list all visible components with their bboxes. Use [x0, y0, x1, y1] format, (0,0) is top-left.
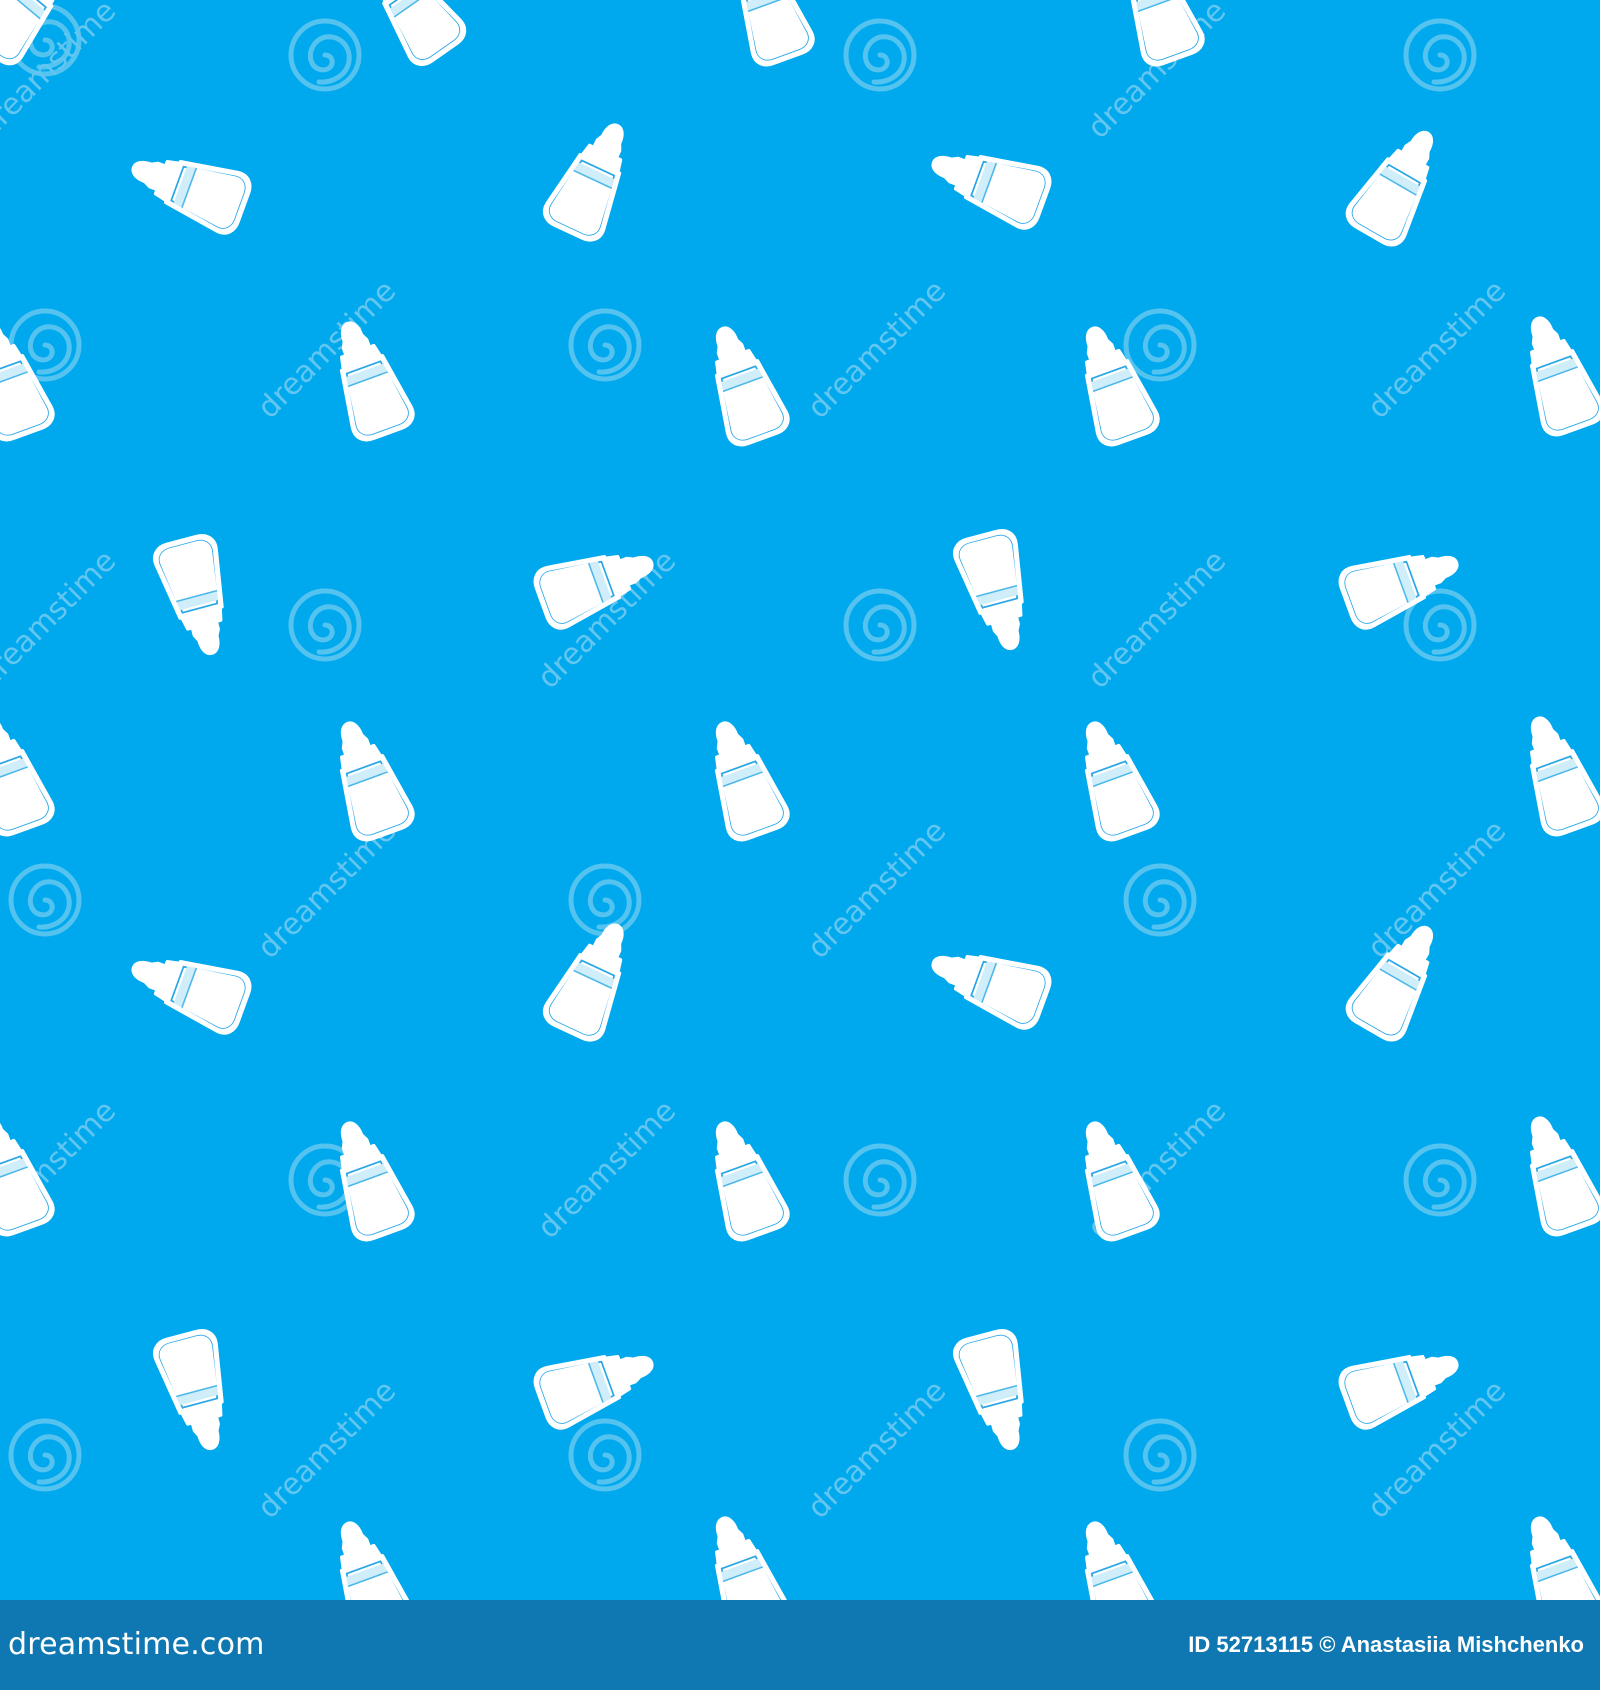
baby-bottle-icon	[316, 711, 419, 846]
baby-bottle-icon	[949, 525, 1044, 658]
spiral-watermark-icon	[1406, 21, 1474, 89]
baby-bottle-pattern: dreamstime dreamstime dreamstime dreamstime…	[0, 0, 1600, 1600]
baby-bottle-icon	[538, 110, 648, 247]
watermark-text: dreamstime	[801, 273, 953, 425]
baby-bottle-icon	[316, 1111, 419, 1246]
spiral-watermark-icon	[1126, 311, 1194, 379]
baby-bottle-icon	[691, 316, 794, 451]
watermark-text: dreamstime	[0, 543, 123, 695]
baby-bottle-icon	[1506, 1106, 1600, 1241]
baby-bottle-icon	[121, 136, 256, 239]
baby-bottle-icon	[716, 0, 819, 71]
spiral-watermark-icon	[1126, 1421, 1194, 1489]
baby-bottle-icon	[1506, 1506, 1600, 1600]
baby-bottle-icon	[149, 530, 244, 663]
spiral-watermark-icon	[846, 591, 914, 659]
baby-bottle-icon	[691, 1111, 794, 1246]
watermark-text: dreamstime	[801, 813, 953, 965]
baby-bottle-icon	[0, 706, 59, 841]
image-credit: ID 52713115 © Anastasiia Mishchenko	[1188, 1632, 1584, 1657]
spiral-watermark-icon	[846, 21, 914, 89]
spiral-watermark-icon	[291, 21, 359, 89]
baby-bottle-icon	[1506, 706, 1600, 841]
baby-bottle-icon	[691, 1506, 794, 1600]
baby-bottle-icon	[1061, 711, 1164, 846]
watermark-text: dreamstime	[1081, 543, 1233, 695]
baby-bottle-icon	[691, 711, 794, 846]
watermark-text: dreamstime	[251, 1373, 403, 1525]
watermark-text: dreamstime	[1361, 813, 1513, 965]
watermark-text: dreamstime	[531, 1093, 683, 1245]
baby-bottle-icon	[921, 131, 1056, 234]
baby-bottle-icon	[1061, 1511, 1164, 1600]
watermark-text: dreamstime	[1361, 273, 1513, 425]
baby-bottle-icon	[921, 931, 1056, 1034]
pattern-artwork: dreamstime dreamstime dreamstime dreamstime…	[0, 0, 1600, 1600]
spiral-watermark-icon	[1126, 866, 1194, 934]
baby-bottle-icon	[316, 1511, 419, 1600]
spiral-watermark-icon	[571, 311, 639, 379]
baby-bottle-icon	[1340, 115, 1457, 252]
spiral-watermark-icon	[1406, 1146, 1474, 1214]
spiral-watermark-icon	[846, 1146, 914, 1214]
spiral-watermark-icon	[571, 1421, 639, 1489]
baby-bottle-icon	[1334, 531, 1469, 634]
stock-footer: dreamstime.com ID 52713115 © Anastasiia …	[0, 1600, 1600, 1690]
baby-bottle-icon	[1506, 306, 1600, 441]
dreamstime-logo-text: dreamstime.com	[8, 1627, 265, 1662]
spiral-watermark-icon	[11, 866, 79, 934]
baby-bottle-icon	[121, 936, 256, 1039]
watermark-text: dreamstime	[801, 1373, 953, 1525]
spiral-watermark-icon	[291, 591, 359, 659]
spiral-watermark-icon	[571, 866, 639, 934]
spiral-watermark-icon	[11, 1421, 79, 1489]
baby-bottle-icon	[149, 1325, 244, 1458]
baby-bottle-icon	[350, 0, 472, 72]
baby-bottle-icon	[949, 1325, 1044, 1458]
baby-bottle-icon	[529, 1331, 664, 1434]
